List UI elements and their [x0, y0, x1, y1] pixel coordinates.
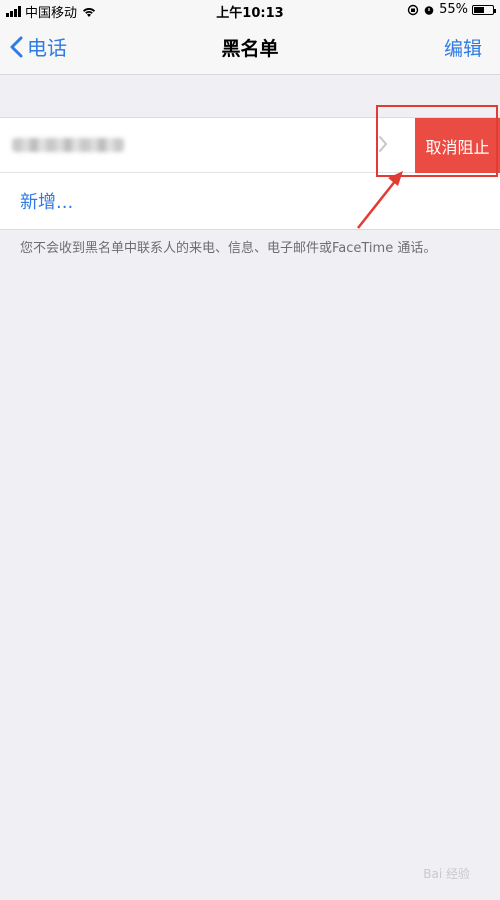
navigation-bar: 电话 黑名单 编辑	[0, 20, 500, 75]
battery-percent: 55%	[439, 2, 468, 17]
watermark: Bai 经验	[423, 867, 470, 881]
unblock-button[interactable]: 取消阻止	[415, 118, 500, 173]
add-new-button[interactable]: 新增...	[0, 173, 500, 229]
page-title: 黑名单	[221, 38, 279, 60]
chevron-right-icon	[379, 136, 388, 152]
status-bar: 中国移动 上午10:13 55%	[0, 0, 500, 21]
edit-button[interactable]: 编辑	[444, 34, 482, 61]
status-right: 55%	[407, 2, 496, 17]
battery-icon	[472, 4, 496, 15]
blocklist-footnote: 您不会收到黑名单中联系人的来电、信息、电子邮件或FaceTime 通话。	[20, 241, 437, 256]
orientation-lock-icon	[407, 4, 419, 15]
blocked-contact-row[interactable]: 取消阻止	[0, 105, 500, 177]
alarm-icon	[424, 5, 434, 15]
blocked-list: 取消阻止 新增...	[0, 105, 500, 230]
blurred-contact-name	[12, 138, 124, 152]
